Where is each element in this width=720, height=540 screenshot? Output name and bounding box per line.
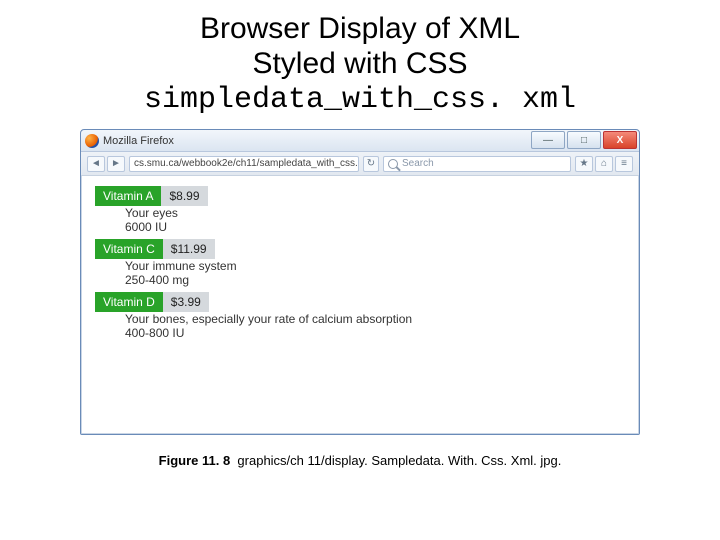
window-titlebar: Mozilla Firefox — □ X	[81, 130, 639, 152]
search-bar[interactable]: Search	[383, 156, 571, 172]
firefox-window: Mozilla Firefox — □ X ◄ ► cs.smu.ca/webb…	[80, 129, 640, 435]
slide-subtitle: simpledata_with_css. xml	[0, 83, 720, 117]
minimize-button[interactable]: —	[531, 131, 565, 149]
vitamin-name: Vitamin D	[95, 292, 163, 312]
search-icon	[388, 159, 398, 169]
slide-title: Browser Display of XML Styled with CSS	[0, 0, 720, 81]
vitamin-price: $8.99	[161, 186, 207, 206]
vitamin-price: $3.99	[163, 292, 209, 312]
window-title: Mozilla Firefox	[103, 135, 174, 147]
figure-label: Figure 11. 8	[159, 453, 231, 468]
vitamin-name: Vitamin A	[95, 186, 161, 206]
bookmark-button[interactable]: ★	[575, 156, 593, 172]
vitamin-name: Vitamin C	[95, 239, 163, 259]
title-line-1: Browser Display of XML	[0, 12, 720, 47]
figure-path: graphics/ch 11/display. Sampledata. With…	[237, 453, 561, 468]
vitamin-dose: 6000 IU	[125, 220, 625, 234]
close-button[interactable]: X	[603, 131, 637, 149]
maximize-button[interactable]: □	[567, 131, 601, 149]
home-button[interactable]: ⌂	[595, 156, 613, 172]
url-bar[interactable]: cs.smu.ca/webbook2e/ch11/sampledata_with…	[129, 156, 359, 172]
vitamin-description: Your eyes	[125, 206, 625, 220]
vitamin-row: Vitamin D $3.99 Your bones, especially y…	[95, 292, 625, 341]
vitamin-row: Vitamin C $11.99 Your immune system 250-…	[95, 239, 625, 288]
figure-caption: Figure 11. 8 graphics/ch 11/display. Sam…	[0, 453, 720, 468]
back-button[interactable]: ◄	[87, 156, 105, 172]
forward-button[interactable]: ►	[107, 156, 125, 172]
firefox-logo-icon	[85, 134, 99, 148]
vitamin-description: Your immune system	[125, 259, 625, 273]
reload-button[interactable]: ↻	[363, 156, 379, 172]
vitamin-dose: 250-400 mg	[125, 273, 625, 287]
vitamin-description: Your bones, especially your rate of calc…	[125, 312, 625, 326]
menu-button[interactable]: ≡	[615, 156, 633, 172]
page-content: Vitamin A $8.99 Your eyes 6000 IU Vitami…	[81, 176, 639, 434]
vitamin-row: Vitamin A $8.99 Your eyes 6000 IU	[95, 186, 625, 235]
vitamin-dose: 400-800 IU	[125, 326, 625, 340]
vitamin-price: $11.99	[163, 239, 215, 259]
url-text: cs.smu.ca/webbook2e/ch11/sampledata_with…	[134, 158, 359, 169]
browser-toolbar: ◄ ► cs.smu.ca/webbook2e/ch11/sampledata_…	[81, 152, 639, 176]
search-placeholder: Search	[402, 158, 434, 169]
title-line-2: Styled with CSS	[0, 47, 720, 82]
